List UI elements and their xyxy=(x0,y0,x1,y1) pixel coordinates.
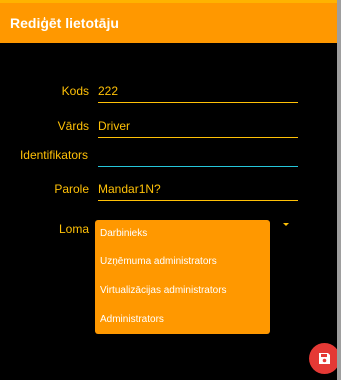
vards-label: Vārds xyxy=(57,119,89,133)
role-option-administrators[interactable]: Administrators xyxy=(95,306,270,334)
dropdown-arrow-icon[interactable] xyxy=(283,223,289,226)
scrollbar[interactable] xyxy=(337,0,341,380)
parole-label: Parole xyxy=(54,182,89,196)
parole-row: Parole Mandar1N? xyxy=(0,179,337,203)
role-option-darbinieks[interactable]: Darbinieks xyxy=(95,220,270,248)
kods-label: Kods xyxy=(61,84,89,98)
save-icon xyxy=(319,353,330,364)
vards-field[interactable]: Driver xyxy=(98,116,298,138)
parole-field[interactable]: Mandar1N? xyxy=(98,179,298,201)
loma-label: Loma xyxy=(58,222,89,236)
app: Rediģēt lietotāju Kods 222 Vārds Driver … xyxy=(0,0,340,380)
role-option-uznemuma-administrators[interactable]: Uzņēmuma administrators xyxy=(95,248,270,276)
kods-field[interactable]: 222 xyxy=(98,81,298,103)
identifikators-row: Identifikators xyxy=(0,145,337,169)
kods-row: Kods 222 xyxy=(0,81,337,105)
save-button[interactable] xyxy=(309,343,340,374)
vards-row: Vārds Driver xyxy=(0,116,337,140)
identifikators-label: Identifikators xyxy=(19,148,88,162)
identifikators-field[interactable] xyxy=(98,145,298,167)
role-option-virtualizacijas-administrators[interactable]: Virtualizācijas administrators xyxy=(95,277,270,305)
role-dropdown-menu: Darbinieks Uzņēmuma administrators Virtu… xyxy=(95,220,270,334)
